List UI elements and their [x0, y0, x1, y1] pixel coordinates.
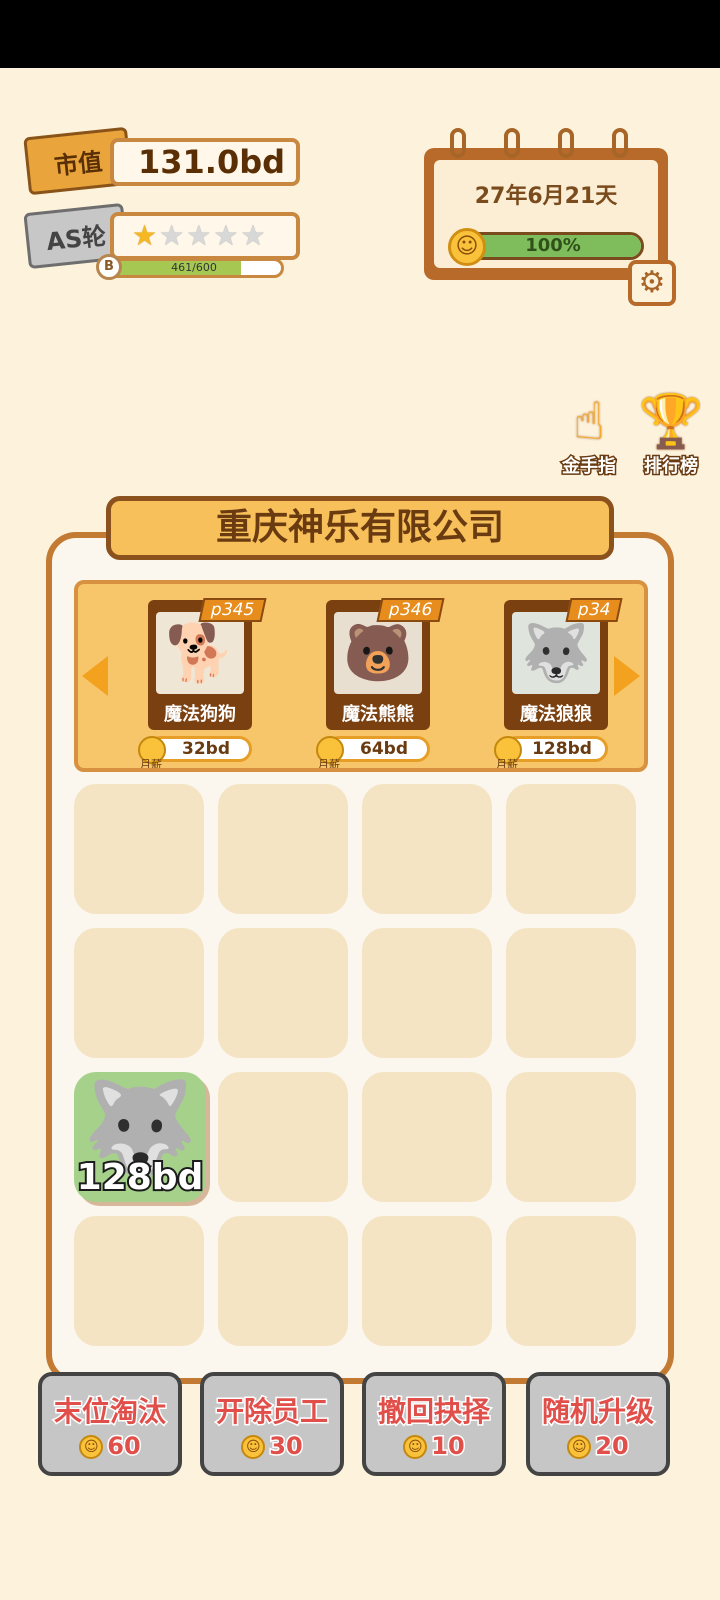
- gold-finger-button[interactable]: ☝ 金手指: [554, 392, 624, 479]
- action-cost: ☺ 30: [204, 1431, 340, 1462]
- action-label: 末位淘汰: [52, 1394, 167, 1430]
- staff-tile[interactable]: 🐺 128bd: [74, 1072, 206, 1202]
- smiley-icon: ☺: [79, 1435, 104, 1459]
- undo-choice-button[interactable]: 撤回抉择 ☺ 10: [362, 1372, 506, 1476]
- smiley-icon: ☺: [567, 1435, 592, 1459]
- card-frame: 🐻 魔法熊熊 p346: [326, 598, 445, 730]
- hire-shop: 🐕 魔法狗狗 p345 32bd 月薪 🐻 魔法熊熊 p346 64bd 月薪 …: [74, 580, 648, 772]
- action-label: 开除员工: [214, 1394, 329, 1430]
- star-icon: ★: [132, 219, 158, 252]
- card-name: 魔法狗狗: [164, 704, 236, 725]
- calendar-ring-icon: [612, 128, 628, 158]
- empty-grid-cell[interactable]: [506, 928, 636, 1058]
- empty-grid-cell[interactable]: [218, 784, 348, 914]
- ranking-button[interactable]: 🏆 排行榜: [636, 392, 706, 479]
- empty-grid-cell[interactable]: [506, 1072, 636, 1202]
- card-tag: p346: [376, 598, 445, 622]
- settings-gear-icon[interactable]: ⚙: [628, 260, 676, 306]
- empty-grid-cell[interactable]: [506, 784, 636, 914]
- empty-grid-cell[interactable]: [74, 784, 204, 914]
- card-tag: p34: [565, 598, 623, 622]
- star-rating: ★ ★ ★ ★ ★: [110, 212, 300, 260]
- game-date: 27年6月21天: [474, 184, 618, 209]
- calendar-ring-icon: [450, 128, 466, 158]
- card-name: 魔法狼狼: [520, 704, 592, 725]
- exp-progress-bar: 461/600: [104, 258, 284, 278]
- action-cost-value: 10: [430, 1431, 466, 1462]
- market-value-text: 131.0bd: [138, 143, 286, 181]
- pointing-hand-icon: ☝: [573, 392, 605, 452]
- star-icon: ★: [213, 219, 239, 252]
- action-cost-value: 60: [106, 1431, 142, 1462]
- calendar-ring-icon: [504, 128, 520, 158]
- salary-label: 月薪: [140, 758, 162, 771]
- star-icon: ★: [159, 219, 185, 252]
- card-tag: p345: [198, 598, 267, 622]
- empty-grid-cell[interactable]: [362, 784, 492, 914]
- action-label: 随机升级: [540, 1394, 655, 1430]
- card-frame: 🐺 魔法狼狼 p34: [504, 598, 623, 730]
- empty-grid-cell[interactable]: [74, 1216, 204, 1346]
- status-bar: [0, 0, 720, 68]
- star-icon: ★: [186, 219, 212, 252]
- fire-employee-button[interactable]: 开除员工 ☺ 30: [200, 1372, 344, 1476]
- hire-card-wolf[interactable]: 🐺 魔法狼狼 p34 128bd 月薪: [494, 596, 623, 768]
- action-cost: ☺ 60: [42, 1431, 178, 1462]
- company-name: 重庆神乐有限公司: [106, 496, 614, 560]
- trophy-icon: 🏆: [638, 392, 704, 452]
- smiley-icon: ☺: [448, 228, 486, 266]
- eliminate-last-button[interactable]: 末位淘汰 ☺ 60: [38, 1372, 182, 1476]
- staff-value: 128bd: [75, 1155, 206, 1200]
- mood-progress-bar: 100%: [462, 232, 644, 260]
- shop-prev-arrow-icon[interactable]: [82, 656, 108, 696]
- action-label: 撤回抉择: [376, 1394, 491, 1430]
- empty-grid-cell[interactable]: [74, 928, 204, 1058]
- exp-progress-text: 461/600: [171, 261, 217, 274]
- empty-grid-cell[interactable]: [362, 1072, 492, 1202]
- empty-grid-cell[interactable]: [362, 1216, 492, 1346]
- smiley-icon: ☺: [403, 1435, 428, 1459]
- star-icon: ★: [240, 219, 266, 252]
- smiley-icon: ☺: [241, 1435, 266, 1459]
- empty-grid-cell[interactable]: [218, 928, 348, 1058]
- action-cost-value: 20: [594, 1431, 630, 1462]
- bear-icon: 🐻: [334, 612, 422, 694]
- hire-card-dog[interactable]: 🐕 魔法狗狗 p345 32bd 月薪: [138, 596, 267, 768]
- empty-grid-cell[interactable]: [218, 1072, 348, 1202]
- empty-grid-cell[interactable]: [362, 928, 492, 1058]
- salary-label: 月薪: [318, 758, 340, 771]
- gold-finger-label: 金手指: [561, 455, 618, 479]
- dog-icon: 🐕: [156, 612, 244, 694]
- wolf-icon: 🐺: [512, 612, 600, 694]
- action-cost: ☺ 10: [366, 1431, 502, 1462]
- empty-grid-cell[interactable]: [218, 1216, 348, 1346]
- salary-label: 月薪: [496, 758, 518, 771]
- market-value-display: 131.0bd: [110, 138, 300, 186]
- calendar-inner: 27年6月21天 100% ☺: [434, 160, 658, 268]
- mood-progress-text: 100%: [525, 235, 581, 256]
- calendar-ring-icon: [558, 128, 574, 158]
- hire-card-bear[interactable]: 🐻 魔法熊熊 p346 64bd 月薪: [316, 596, 445, 768]
- ranking-label: 排行榜: [643, 455, 700, 479]
- action-cost: ☺ 20: [530, 1431, 666, 1462]
- empty-grid-cell[interactable]: [506, 1216, 636, 1346]
- level-b-icon: B: [96, 254, 122, 280]
- shop-next-arrow-icon[interactable]: [614, 656, 640, 696]
- card-frame: 🐕 魔法狗狗 p345: [148, 598, 267, 730]
- action-cost-value: 30: [268, 1431, 304, 1462]
- card-name: 魔法熊熊: [342, 704, 414, 725]
- random-upgrade-button[interactable]: 随机升级 ☺ 20: [526, 1372, 670, 1476]
